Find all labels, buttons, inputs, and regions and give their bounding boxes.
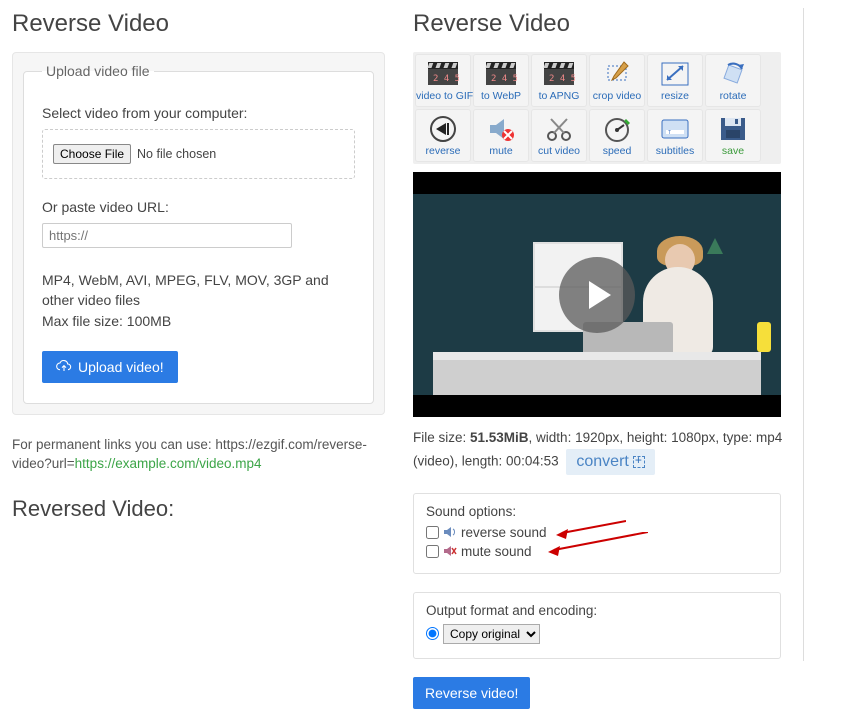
tool-cut-video[interactable]: cut video: [531, 109, 587, 162]
tool-to-WebP[interactable]: 2 4 5 to WebP: [473, 54, 529, 107]
scene-desk-under: [433, 360, 761, 396]
speed-icon: [600, 115, 634, 143]
tool-reverse[interactable]: reverse: [415, 109, 471, 162]
page-title-right: Reverse Video: [413, 10, 813, 38]
output-copy-radio[interactable]: [426, 627, 439, 640]
clapper-icon: 2 4 5: [484, 60, 518, 88]
rotate-icon: [716, 60, 750, 88]
permalink-example: https://example.com/video.mp4: [75, 456, 262, 471]
tool-mute[interactable]: mute: [473, 109, 529, 162]
tool-label: cut video: [532, 145, 586, 157]
resize-icon: [658, 60, 692, 88]
tool-save[interactable]: save: [705, 109, 761, 162]
max-size-text: Max file size: 100MB: [42, 313, 355, 329]
crop-icon: [600, 60, 634, 88]
tool-label: to APNG: [532, 90, 586, 102]
play-button[interactable]: [559, 257, 635, 333]
tool-label: reverse: [416, 145, 470, 157]
tool-label: resize: [648, 90, 702, 102]
reverse-icon: [426, 115, 460, 143]
tool-label: crop video: [590, 90, 644, 102]
divider-line: [803, 8, 804, 661]
permanent-link-help: For permanent links you can use: https:/…: [12, 435, 383, 474]
convert-label: convert: [576, 453, 628, 471]
tool-crop-video[interactable]: crop video: [589, 54, 645, 107]
choose-file-button[interactable]: Choose File: [53, 144, 131, 164]
svg-text:2 4 5: 2 4 5: [491, 74, 517, 84]
page-title-left: Reverse Video: [12, 10, 385, 38]
upload-video-label: Upload video!: [78, 359, 164, 375]
tool-label: to WebP: [474, 90, 528, 102]
speaker-icon: [443, 526, 457, 538]
output-format-title: Output format and encoding:: [426, 603, 768, 618]
paste-url-label: Or paste video URL:: [42, 199, 355, 215]
output-format-panel: Output format and encoding: Copy origina…: [413, 592, 781, 659]
upload-fieldset: Upload video file Select video from your…: [23, 63, 374, 404]
upload-video-button[interactable]: Upload video!: [42, 351, 178, 383]
select-from-computer-label: Select video from your computer:: [42, 105, 355, 121]
meta-prefix: File size:: [413, 430, 470, 445]
tool-to-APNG[interactable]: 2 4 5 to APNG: [531, 54, 587, 107]
tool-video-to-GIF[interactable]: 2 4 5 video to GIF: [415, 54, 471, 107]
plus-icon: [633, 456, 645, 468]
reverse-sound-label: reverse sound: [461, 525, 547, 540]
letterbox: [413, 395, 781, 417]
reverse-video-button[interactable]: Reverse video!: [413, 677, 530, 709]
clapper-icon: 2 4 5: [426, 60, 460, 88]
scissors-icon: [542, 115, 576, 143]
scene-can: [757, 322, 771, 352]
tool-label: video to GIF: [416, 90, 470, 102]
tool-label: rotate: [706, 90, 760, 102]
cloud-upload-icon: [56, 359, 72, 375]
clapper-icon: 2 4 5: [542, 60, 576, 88]
upload-legend: Upload video file: [42, 63, 154, 79]
video-preview: [413, 172, 781, 417]
tool-subtitles[interactable]: Tsubtitles: [647, 109, 703, 162]
file-metadata: File size: 51.53MiB, width: 1920px, heig…: [413, 427, 783, 475]
tool-label: speed: [590, 145, 644, 157]
tool-rotate[interactable]: rotate: [705, 54, 761, 107]
file-status-text: No file chosen: [137, 147, 216, 161]
scene-plant: [703, 234, 727, 258]
scene-desk: [433, 352, 761, 360]
url-input[interactable]: [42, 223, 292, 248]
sound-options-title: Sound options:: [426, 504, 768, 519]
tool-speed[interactable]: speed: [589, 109, 645, 162]
file-drop-zone[interactable]: Choose File No file chosen: [42, 129, 355, 179]
sound-options-panel: Sound options: reverse sound mute sound: [413, 493, 781, 574]
mute-sound-checkbox[interactable]: [426, 545, 439, 558]
speaker-muted-icon: [443, 545, 457, 557]
output-format-select[interactable]: Copy original: [443, 624, 540, 644]
mute-icon: [484, 115, 518, 143]
arrow-icon: [556, 519, 626, 539]
meta-filesize: 51.53MiB: [470, 430, 529, 445]
svg-text:2 4 5: 2 4 5: [549, 74, 575, 84]
svg-text:T: T: [668, 130, 671, 136]
subtitles-icon: T: [658, 115, 692, 143]
letterbox: [413, 172, 781, 194]
reversed-video-heading: Reversed Video:: [12, 496, 385, 522]
mute-sound-label: mute sound: [461, 544, 532, 559]
save-icon: [716, 115, 750, 143]
tool-label: save: [706, 145, 760, 157]
convert-button[interactable]: convert: [566, 449, 654, 475]
tool-label: subtitles: [648, 145, 702, 157]
tool-resize[interactable]: resize: [647, 54, 703, 107]
reverse-sound-checkbox[interactable]: [426, 526, 439, 539]
tool-label: mute: [474, 145, 528, 157]
svg-text:2 4 5: 2 4 5: [433, 74, 459, 84]
upload-box: Upload video file Select video from your…: [12, 52, 385, 415]
supported-formats-text: MP4, WebM, AVI, MPEG, FLV, MOV, 3GP and …: [42, 270, 355, 311]
tool-strip: 2 4 5 video to GIF 2 4 5 to WebP 2 4 5 to APN…: [413, 52, 781, 164]
